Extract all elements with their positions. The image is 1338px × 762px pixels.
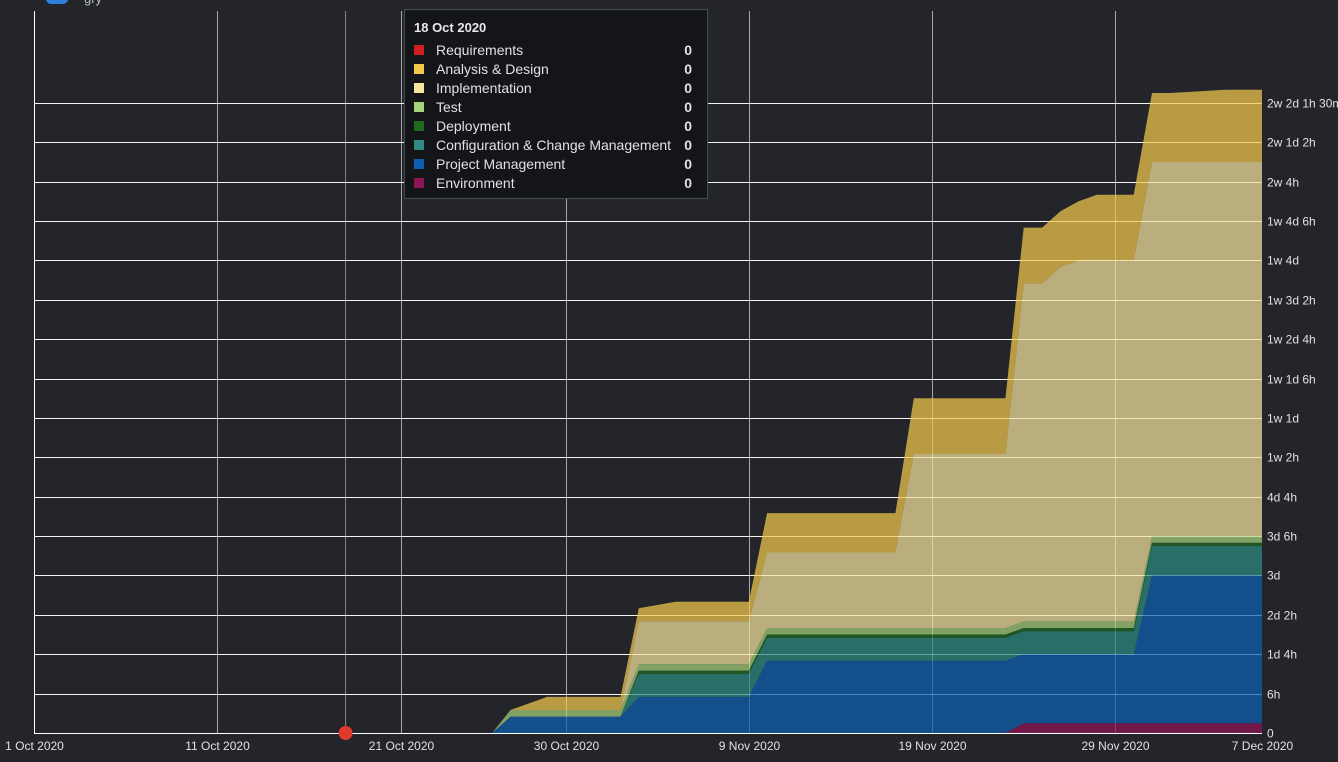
- tooltip-row: Requirements 0: [414, 40, 697, 59]
- x-tick-label: 19 Nov 2020: [898, 739, 966, 753]
- legend-swatch: [414, 177, 424, 188]
- tooltip-row: Test 0: [414, 97, 697, 116]
- tooltip-series-name: Test: [436, 98, 462, 115]
- y-tick-label: 2w 1d 2h: [1267, 136, 1316, 150]
- y-tick-label: 2w 4h: [1267, 176, 1299, 190]
- tooltip-series-value: 0: [684, 174, 692, 191]
- legend-swatch: [414, 158, 424, 169]
- y-tick-label: 1w 4d: [1267, 254, 1299, 268]
- tooltip-row: Project Management 0: [414, 154, 697, 173]
- x-tick-label: 29 Nov 2020: [1081, 739, 1149, 753]
- legend-swatch: [414, 82, 424, 93]
- y-tick-label: 6h: [1267, 688, 1280, 702]
- legend-swatch: [414, 101, 424, 112]
- tooltip-series-name: Project Management: [436, 155, 566, 172]
- x-tick-labels: 1 Oct 2020 11 Oct 2020 21 Oct 2020 30 Oct 2…: [5, 739, 1293, 753]
- legend-swatch: [414, 120, 424, 131]
- tooltip-row: Configuration & Change Management 0: [414, 135, 697, 154]
- tooltip-series-value: 0: [684, 60, 692, 77]
- legend-swatch: [414, 44, 424, 55]
- date-marker: [338, 11, 353, 740]
- x-tick-label: 9 Nov 2020: [719, 739, 781, 753]
- tooltip-row: Environment 0: [414, 173, 697, 192]
- y-tick-label: 3d 6h: [1267, 530, 1297, 544]
- tooltip-series-name: Requirements: [436, 41, 524, 58]
- y-tick-label: 3d: [1267, 569, 1280, 583]
- y-tick-label: 2d 2h: [1267, 609, 1297, 623]
- y-tick-label: 1w 3d 2h: [1267, 294, 1316, 308]
- chart-tooltip: 18 Oct 2020 Requirements 0 Analysis & Desi…: [404, 9, 708, 199]
- tooltip-date: 18 Oct 2020: [414, 20, 487, 35]
- y-tick-label: 2w 2d 1h 30m: [1267, 97, 1338, 111]
- legend-swatch: [414, 139, 424, 150]
- tooltip-series-name: Deployment: [436, 117, 511, 134]
- y-tick-label: 1w 1d 6h: [1267, 373, 1316, 387]
- tooltip-rows: Requirements 0 Analysis & Design 0 Implement…: [414, 40, 697, 192]
- tooltip-series-name: Environment: [436, 174, 515, 191]
- hover-point: [338, 726, 353, 740]
- tooltip-series-value: 0: [684, 98, 692, 115]
- tooltip-series-value: 0: [684, 136, 692, 153]
- tooltip-series-value: 0: [684, 79, 692, 96]
- y-tick-label: 1w 2h: [1267, 451, 1299, 465]
- tooltip-series-value: 0: [684, 41, 692, 58]
- tooltip-row: Analysis & Design 0: [414, 59, 697, 78]
- x-tick-label: 1 Oct 2020: [5, 739, 64, 753]
- tooltip-row: Deployment 0: [414, 116, 697, 135]
- tooltip-series-value: 0: [684, 155, 692, 172]
- x-tick-label: 21 Oct 2020: [369, 739, 435, 753]
- tooltip-series-name: Implementation: [436, 79, 532, 96]
- y-tick-labels: 0 6h 1d 4h 2d 2h 3d 3d 6h 4d 4h 1w 2h 1w 1d 1w 1d…: [1267, 97, 1338, 741]
- x-tick-label: 7 Dec 2020: [1232, 739, 1294, 753]
- y-tick-label: 1w 1d: [1267, 412, 1299, 426]
- tooltip-series-name: Configuration & Change Management: [436, 136, 672, 153]
- tooltip-series-name: Analysis & Design: [436, 60, 549, 77]
- x-tick-label: 11 Oct 2020: [185, 739, 250, 753]
- legend-swatch: [414, 63, 424, 74]
- tooltip-row: Implementation 0: [414, 78, 697, 97]
- y-tick-label: 1w 2d 4h: [1267, 333, 1316, 347]
- x-tick-label: 30 Oct 2020: [534, 739, 600, 753]
- tooltip-series-value: 0: [684, 117, 692, 134]
- y-tick-label: 1w 4d 6h: [1267, 215, 1316, 229]
- y-tick-label: 1d 4h: [1267, 648, 1297, 662]
- y-tick-label: 0: [1267, 727, 1274, 741]
- y-tick-label: 4d 4h: [1267, 491, 1297, 505]
